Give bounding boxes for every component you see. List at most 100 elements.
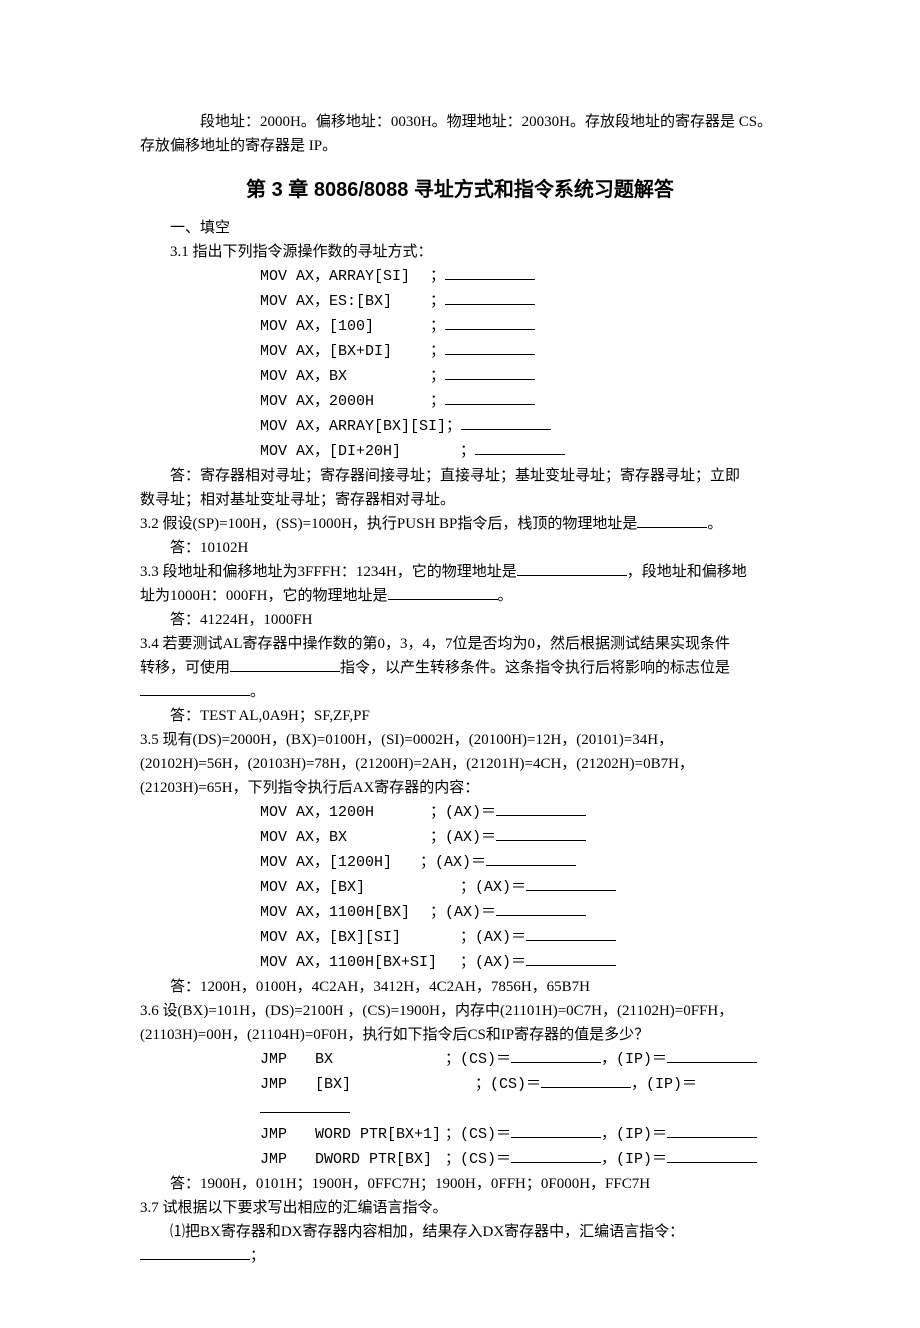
blank: [445, 264, 535, 280]
blank: [496, 900, 586, 916]
q35-ax-4: ；(AX)＝: [430, 904, 496, 921]
blank: [445, 339, 535, 355]
q31-sep-2: ；: [430, 318, 445, 335]
blank: [445, 289, 535, 305]
blank: [496, 800, 586, 816]
q36-inst-3: JMP: [260, 1148, 315, 1172]
q32-answer: 答：10102H: [140, 536, 780, 560]
q31-sep-0: ；: [430, 268, 445, 285]
blank: [517, 560, 627, 576]
q35-code-0: MOV AX，1200H；(AX)＝: [140, 800, 780, 825]
q31-instr-1: MOV AX，ES:[BX]: [260, 290, 430, 314]
q34-prompt-b: 转移，可使用: [140, 660, 230, 676]
q36-row-1: JMP[BX]；(CS)＝，(IP)＝: [140, 1072, 780, 1122]
q31-prompt: 3.1 指出下列指令源操作数的寻址方式：: [140, 240, 780, 264]
blank: [475, 439, 565, 455]
q31-instr-5: MOV AX，2000H: [260, 390, 430, 414]
blank: [541, 1072, 631, 1088]
q33-prompt-d: 。: [498, 588, 513, 604]
q31-code-5: MOV AX，2000H；: [140, 389, 780, 414]
q31-code-6: MOV AX，ARRAY[BX][SI]；: [140, 414, 780, 439]
q36-ip-2: ，(IP)＝: [601, 1126, 667, 1143]
q36-cs-0: ；(CS)＝: [445, 1051, 511, 1068]
q35-code-4: MOV AX，1100H[BX]；(AX)＝: [140, 900, 780, 925]
q34-prompt-c: 指令，以产生转移条件。这条指令执行后将影响的标志位是: [340, 660, 730, 676]
q31-sep-4: ；: [430, 368, 445, 385]
q35-ax-1: ；(AX)＝: [430, 829, 496, 846]
q35-ax-3: ；(AX)＝: [460, 879, 526, 896]
q31-code-2: MOV AX，[100]；: [140, 314, 780, 339]
q37-sub1-b: ；: [250, 1248, 265, 1264]
q35-instr-5: MOV AX，[BX][SI]: [260, 926, 460, 950]
q34-prompt-line1: 3.4 若要测试AL寄存器中操作数的第0，3，4，7位是否均为0，然后根据测试结…: [140, 632, 780, 656]
q33-answer: 答：41224H，1000FH: [140, 608, 780, 632]
q31-code-0: MOV AX，ARRAY[SI]；: [140, 264, 780, 289]
q36-ip-3: ，(IP)＝: [601, 1151, 667, 1168]
q35-instr-6: MOV AX，1100H[BX+SI]: [260, 951, 460, 975]
q36-cs-3: ；(CS)＝: [445, 1151, 511, 1168]
q35-code-2: MOV AX，[1200H]；(AX)＝: [140, 850, 780, 875]
q37-sub1-a: ⑴把BX寄存器和DX寄存器内容相加，结果存入DX寄存器中，汇编语言指令：: [170, 1224, 684, 1240]
blank: [511, 1147, 601, 1163]
blank: [511, 1047, 601, 1063]
q31-instr-3: MOV AX，[BX+DI]: [260, 340, 430, 364]
q31-instr-2: MOV AX，[100]: [260, 315, 430, 339]
q36-inst-1: JMP: [260, 1073, 315, 1097]
blank: [526, 875, 616, 891]
q35-line2: (20102H)=56H，(20103H)=78H，(21200H)=2AH，(…: [140, 752, 780, 776]
q31-sep-7: ；: [460, 443, 475, 460]
blank: [445, 389, 535, 405]
q37-line1: 3.7 试根据以下要求写出相应的汇编语言指令。: [140, 1196, 780, 1220]
q31-code-4: MOV AX，BX；: [140, 364, 780, 389]
q35-code-5: MOV AX，[BX][SI]；(AX)＝: [140, 925, 780, 950]
q35-instr-3: MOV AX，[BX]: [260, 876, 460, 900]
q36-answer: 答：1900H，0101H；1900H，0FFC7H；1900H，0FFH；0F…: [140, 1172, 780, 1196]
q35-code-6: MOV AX，1100H[BX+SI]；(AX)＝: [140, 950, 780, 975]
q31-sep-6: ；: [446, 418, 461, 435]
blank: [667, 1147, 757, 1163]
q32-prompt: 3.2 假设(SP)=100H，(SS)=1000H，执行PUSH BP指令后，…: [140, 512, 780, 536]
blank: [445, 314, 535, 330]
blank: [511, 1122, 601, 1138]
q36-cs-2: ；(CS)＝: [445, 1126, 511, 1143]
intro-line-2: 存放偏移地址的寄存器是 IP。: [140, 134, 780, 158]
q36-inst-0: JMP: [260, 1048, 315, 1072]
blank: [445, 364, 535, 380]
q35-ax-2: ；(AX)＝: [420, 854, 486, 871]
q34-answer: 答：TEST AL,0A9H；SF,ZF,PF: [140, 704, 780, 728]
q36-op-2: WORD PTR[BX+1]: [315, 1123, 445, 1147]
q35-line3: (21203H)=65H，下列指令执行后AX寄存器的内容：: [140, 776, 780, 800]
q31-code-3: MOV AX，[BX+DI]；: [140, 339, 780, 364]
blank: [496, 825, 586, 841]
q36-row-0: JMPBX；(CS)＝，(IP)＝: [140, 1047, 780, 1072]
q36-cs-1: ；(CS)＝: [475, 1076, 541, 1093]
q35-instr-1: MOV AX，BX: [260, 826, 430, 850]
q33-prompt-a: 3.3 段地址和偏移地址为3FFFH：1234H，它的物理地址是: [140, 564, 517, 580]
q37-sub1: ⑴把BX寄存器和DX寄存器内容相加，结果存入DX寄存器中，汇编语言指令： ；: [140, 1220, 780, 1268]
blank: [486, 850, 576, 866]
q34-prompt-line2: 转移，可使用指令，以产生转移条件。这条指令执行后将影响的标志位是。: [140, 656, 780, 704]
q35-line1: 3.5 现有(DS)=2000H，(BX)=0100H，(SI)=0002H，(…: [140, 728, 780, 752]
q31-sep-3: ；: [430, 343, 445, 360]
section-1-header: 一、填空: [140, 216, 780, 240]
q33-prompt-line1: 3.3 段地址和偏移地址为3FFFH：1234H，它的物理地址是，段地址和偏移地: [140, 560, 780, 584]
intro-line-1: 段地址：2000H。偏移地址：0030H。物理地址：20030H。存放段地址的寄…: [140, 110, 780, 134]
q31-instr-0: MOV AX，ARRAY[SI]: [260, 265, 430, 289]
q36-line1: 3.6 设(BX)=101H，(DS)=2100H ，(CS)=1900H，内存…: [140, 999, 780, 1023]
q35-ax-0: ；(AX)＝: [430, 804, 496, 821]
q32-prompt-b: 。: [707, 516, 722, 532]
blank: [526, 925, 616, 941]
q36-op-3: DWORD PTR[BX]: [315, 1148, 445, 1172]
q35-answer: 答：1200H，0100H，4C2AH，3412H，4C2AH，7856H，65…: [140, 975, 780, 999]
q33-prompt-line2: 址为1000H：000FH，它的物理地址是 。: [140, 584, 780, 608]
q35-code-3: MOV AX，[BX]；(AX)＝: [140, 875, 780, 900]
blank: [140, 1244, 250, 1260]
q31-code-1: MOV AX，ES:[BX]；: [140, 289, 780, 314]
chapter-title: 第 3 章 8086/8088 寻址方式和指令系统习题解答: [140, 174, 780, 206]
q31-instr-7: MOV AX，[DI+20H]: [260, 440, 460, 464]
q36-inst-2: JMP: [260, 1123, 315, 1147]
q33-prompt-c: 址为1000H：000FH，它的物理地址是: [140, 588, 388, 604]
q31-code-7: MOV AX，[DI+20H]；: [140, 439, 780, 464]
q32-prompt-a: 3.2 假设(SP)=100H，(SS)=1000H，执行PUSH BP指令后，…: [140, 516, 637, 532]
q35-instr-0: MOV AX，1200H: [260, 801, 430, 825]
